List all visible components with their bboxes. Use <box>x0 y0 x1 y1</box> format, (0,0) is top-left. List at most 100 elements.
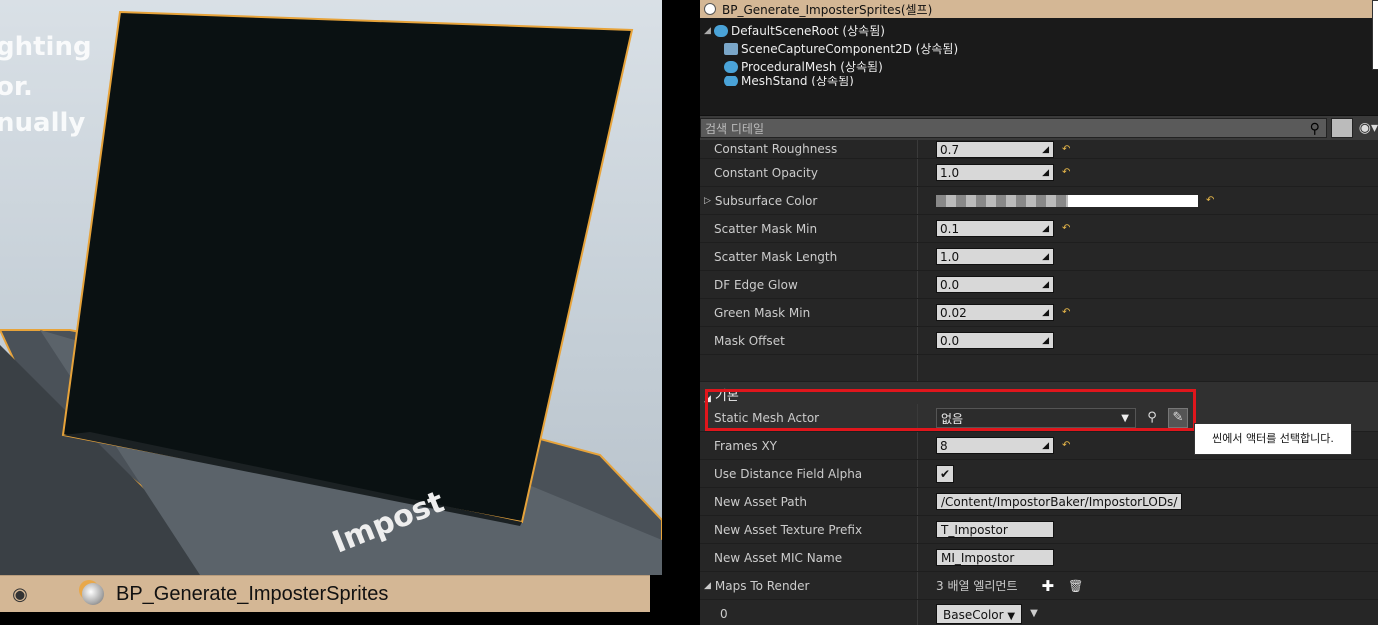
collapse-arrow-icon[interactable]: ◢ <box>704 394 711 404</box>
green-mask-min-input[interactable]: 0.02 ◢ <box>936 304 1054 321</box>
tree-item-scenecapture[interactable]: SceneCaptureComponent2D (상속됨) <box>700 40 1378 58</box>
row-maps-to-render: ◢ Maps To Render 3 배열 엘리먼트 ✚ 🗑 <box>700 572 1378 600</box>
constant-roughness-input[interactable]: 0.7 ◢ <box>936 140 1054 159</box>
reset-to-default-icon[interactable]: ↶ <box>1062 167 1070 178</box>
map-element-0-combo[interactable]: BaseColor ▼ <box>936 603 1023 624</box>
reset-to-default-icon[interactable]: ↶ <box>1206 195 1214 206</box>
drag-handle-icon[interactable]: ◢ <box>1042 333 1049 350</box>
row-constant-opacity: Constant Opacity 1.0 ◢ ↶ <box>700 159 1378 187</box>
property-label: Frames XY <box>700 432 918 459</box>
property-label: Constant Roughness <box>700 140 918 158</box>
property-label-wrap: ▷ Subsurface Color <box>700 187 918 214</box>
eyedropper-pick-icon[interactable]: ✎ <box>1168 407 1188 428</box>
row-scatter-mask-min: Scatter Mask Min 0.1 ◢ ↶ <box>700 215 1378 243</box>
value-text: 1.0 <box>940 250 960 264</box>
property-label: New Asset MIC Name <box>700 544 918 571</box>
reset-to-default-icon[interactable]: ↶ <box>1062 440 1070 451</box>
df-edge-glow-input[interactable]: 0.0 ◢ <box>936 276 1054 293</box>
reset-to-default-icon[interactable]: ↶ <box>1062 307 1070 318</box>
row-subsurface-color: ▷ Subsurface Color ↶ <box>700 187 1378 215</box>
category-label: 기본 <box>714 389 739 404</box>
blueprint-title: BP_Generate_ImposterSprites(셀프) <box>722 2 933 17</box>
tree-item-label: DefaultSceneRoot (상속됨) <box>731 24 885 38</box>
search-icon: ⚲ <box>1309 121 1320 137</box>
collapse-arrow-icon[interactable]: ◢ <box>704 581 711 591</box>
details-panel: BP_Generate_ImposterSprites(셀프) ◢ Defaul… <box>700 0 1378 625</box>
value-text: 0.0 <box>940 278 960 292</box>
row-constant-roughness: Constant Roughness 0.7 ◢ ↶ <box>700 140 1378 159</box>
reset-to-default-icon[interactable]: ↶ <box>1062 144 1070 155</box>
blueprint-icon <box>704 3 716 15</box>
chevron-down-icon: ▼ <box>1007 610 1016 622</box>
mask-offset-input[interactable]: 0.0 ◢ <box>936 332 1054 349</box>
blueprint-actor-icon <box>82 583 104 605</box>
dropdown-value: 없음 <box>941 411 964 426</box>
row-use-distance-field-alpha: Use Distance Field Alpha ✔ <box>700 460 1378 488</box>
property-label: Constant Opacity <box>700 159 918 186</box>
view-options-eye-icon[interactable]: ◉▾ <box>1359 120 1378 136</box>
trash-icon[interactable]: 🗑 <box>1068 579 1083 593</box>
combo-value: BaseColor <box>943 607 1004 622</box>
texture-prefix-input[interactable]: T_Impostor <box>936 521 1054 538</box>
row-spacer <box>700 355 1378 382</box>
category-default[interactable]: ◢ 기본 <box>700 382 1378 404</box>
scene-root-icon <box>714 25 728 37</box>
tree-item-label: MeshStand (상속됨) <box>741 76 854 86</box>
popup-edge <box>1372 0 1378 70</box>
drag-handle-icon[interactable]: ◢ <box>1042 249 1049 266</box>
scene-view[interactable]: ghting or. nually Impost <box>0 0 662 575</box>
row-df-edge-glow: DF Edge Glow 0.0 ◢ <box>700 271 1378 299</box>
color-alpha-swatch[interactable] <box>936 194 1068 207</box>
color-swatch[interactable] <box>1068 194 1198 207</box>
expand-arrow-icon[interactable]: ◢ <box>704 22 714 40</box>
row-new-asset-texture-prefix: New Asset Texture Prefix T_Impostor <box>700 516 1378 544</box>
property-label-wrap: ◢ Maps To Render <box>700 572 918 599</box>
expand-arrow-icon[interactable]: ▷ <box>704 196 711 206</box>
visibility-eye-icon[interactable]: ◉ <box>0 584 40 605</box>
search-details-input[interactable]: 검색 디테일 ⚲ <box>700 118 1327 138</box>
static-mesh-actor-dropdown[interactable]: 없음 ▼ <box>936 407 1136 428</box>
property-label: Mask Offset <box>700 327 918 354</box>
tree-item-defaultsceneroot[interactable]: ◢ DefaultSceneRoot (상속됨) <box>700 22 1378 40</box>
tooltip: 씬에서 액터를 선택합니다. <box>1194 423 1352 455</box>
reset-to-default-icon[interactable]: ↶ <box>1062 223 1070 234</box>
drag-handle-icon[interactable]: ◢ <box>1042 142 1049 159</box>
tree-item-proceduralmesh[interactable]: ProceduralMesh (상속됨) <box>700 58 1378 76</box>
drag-handle-icon[interactable]: ◢ <box>1042 221 1049 238</box>
tree-item-meshstand[interactable]: MeshStand (상속됨) <box>700 76 1378 86</box>
drag-handle-icon[interactable]: ◢ <box>1042 305 1049 322</box>
actor-name: BP_Generate_ImposterSprites <box>116 582 389 605</box>
property-label: Scatter Mask Min <box>700 215 918 242</box>
property-label: Use Distance Field Alpha <box>700 460 918 487</box>
viewport[interactable]: ghting or. nually Impost ◉ BP_Generate_I… <box>0 0 662 625</box>
scatter-mask-length-input[interactable]: 1.0 ◢ <box>936 248 1054 265</box>
details-search-bar: 검색 디테일 ⚲ ◉▾ <box>700 115 1378 140</box>
scene-geometry <box>0 10 662 575</box>
tree-item-label: ProceduralMesh (상속됨) <box>741 60 883 74</box>
use-distance-field-alpha-checkbox[interactable]: ✔ <box>936 464 954 483</box>
row-new-asset-mic-name: New Asset MIC Name MI_Impostor <box>700 544 1378 572</box>
constant-opacity-input[interactable]: 1.0 ◢ <box>936 164 1054 181</box>
browse-search-icon[interactable]: ⚲ <box>1142 408 1162 428</box>
blueprint-title-bar[interactable]: BP_Generate_ImposterSprites(셀프) <box>700 0 1372 18</box>
drag-handle-icon[interactable]: ◢ <box>1042 438 1049 455</box>
row-mask-offset: Mask Offset 0.0 ◢ <box>700 327 1378 355</box>
row-new-asset-path: New Asset Path /Content/ImpostorBaker/Im… <box>700 488 1378 516</box>
scatter-mask-min-input[interactable]: 0.1 ◢ <box>936 220 1054 237</box>
new-asset-path-input[interactable]: /Content/ImpostorBaker/ImpostorLODs/ <box>936 493 1183 510</box>
drag-handle-icon[interactable]: ◢ <box>1042 165 1049 182</box>
property-label: Static Mesh Actor <box>700 404 918 431</box>
property-label: New Asset Path <box>700 488 918 515</box>
row-green-mask-min: Green Mask Min 0.02 ◢ ↶ <box>700 299 1378 327</box>
value-text: 0.1 <box>940 222 960 236</box>
mic-name-input[interactable]: MI_Impostor <box>936 549 1054 566</box>
element-options-chevron-icon[interactable]: ▼ <box>1030 608 1038 619</box>
add-element-plus-icon[interactable]: ✚ <box>1042 577 1055 595</box>
tree-item-label: SceneCaptureComponent2D (상속됨) <box>741 42 959 56</box>
property-label: Maps To Render <box>714 578 810 593</box>
frames-xy-input[interactable]: 8 ◢ <box>936 437 1054 454</box>
property-matrix-icon[interactable] <box>1330 118 1353 138</box>
drag-handle-icon[interactable]: ◢ <box>1042 277 1049 294</box>
property-list: Constant Roughness 0.7 ◢ ↶ Constant Opacit… <box>700 140 1378 625</box>
value-text: 0.7 <box>940 142 960 157</box>
